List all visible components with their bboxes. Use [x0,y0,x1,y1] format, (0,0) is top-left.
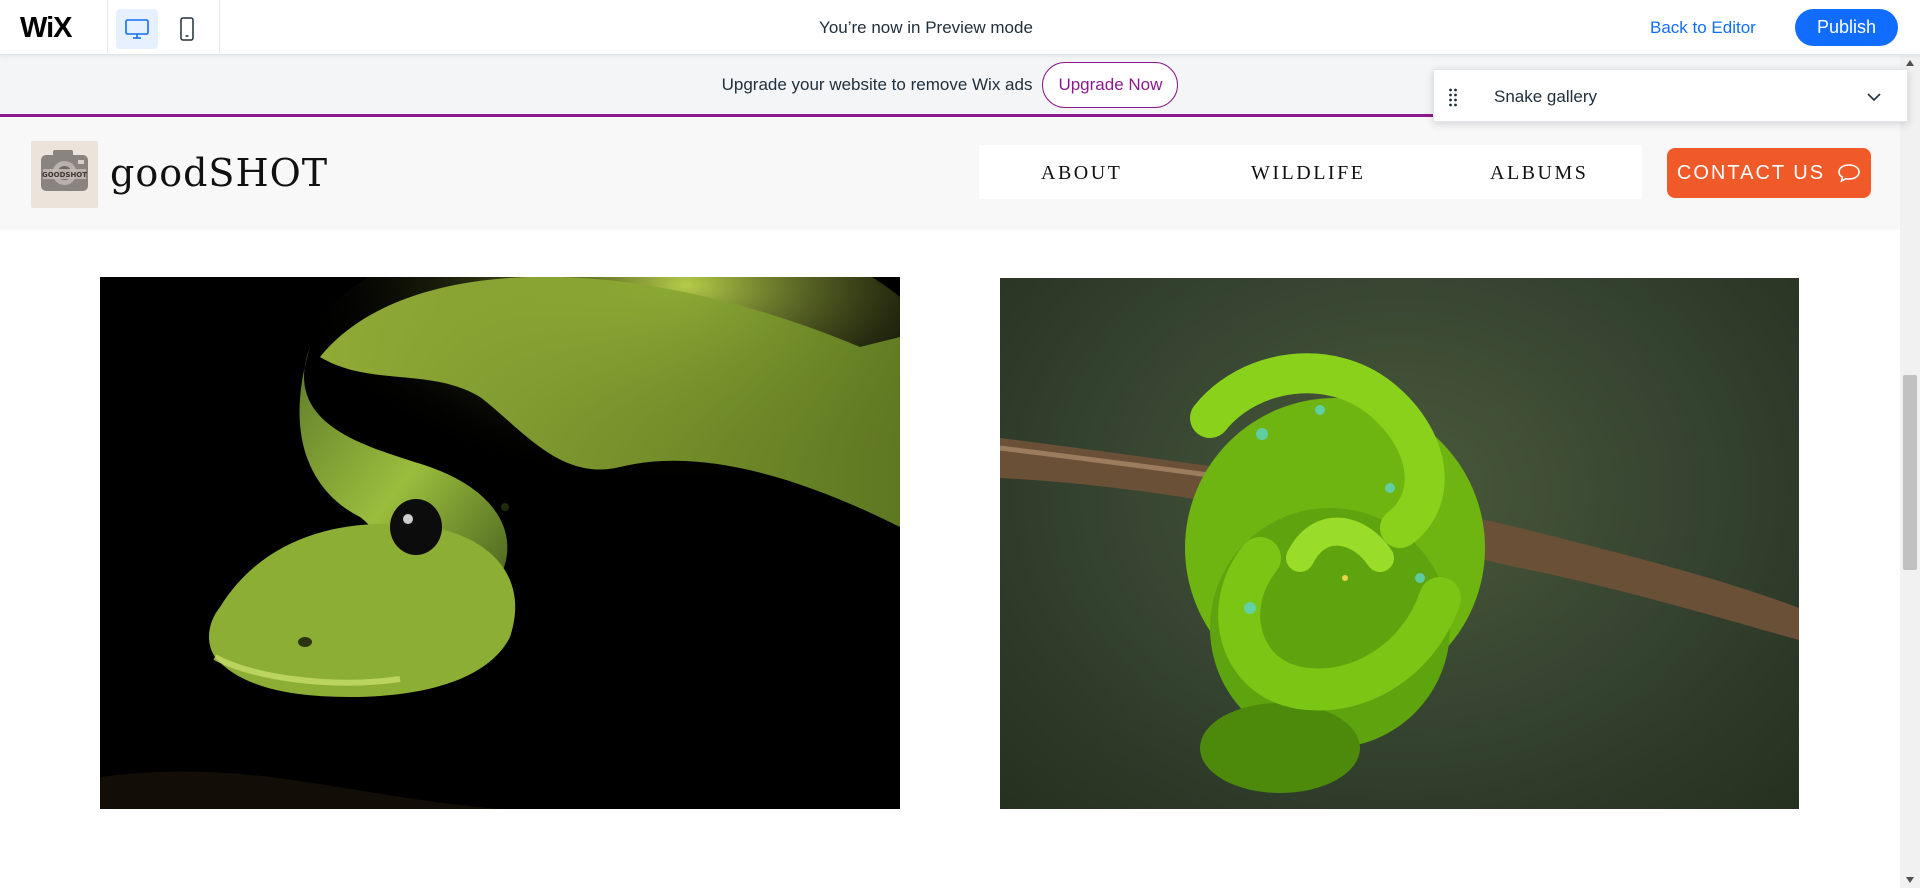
chevron-down-icon[interactable] [1865,88,1883,106]
site-navigation: ABOUT WILDLIFE ALBUMS [979,145,1642,199]
camera-logo-icon: GOODSHOT [41,150,88,191]
publish-button[interactable]: Publish [1795,9,1898,46]
contact-us-button[interactable]: CONTACT US [1667,148,1871,198]
gallery-image-mamba[interactable] [100,277,900,809]
site-brand-name[interactable]: goodSHOT [110,151,328,195]
drag-handle-icon[interactable] [1448,87,1458,107]
page-scrollbar[interactable] [1900,55,1920,888]
chat-bubble-icon [1838,164,1860,183]
scroll-up-icon[interactable] [1905,59,1915,67]
snake-photo-left [100,277,900,809]
editor-top-bar: WiX You’re now in Preview mode Back to E… [0,0,1920,55]
scroll-down-icon[interactable] [1905,876,1915,884]
page-selector-dropdown[interactable]: Snake gallery [1433,69,1908,122]
snake-photo-right [1000,353,1799,793]
logo-badge-text: GOODSHOT [42,171,87,179]
preview-mode-message: You’re now in Preview mode [819,18,1033,37]
back-to-editor-link[interactable]: Back to Editor [1650,18,1756,38]
gallery-image-tree-python[interactable] [1000,278,1799,809]
nav-item-albums[interactable]: ALBUMS [1490,162,1588,185]
site-header: GOODSHOT goodSHOT ABOUT WILDLIFE ALBUMS … [0,117,1900,230]
scrollbar-thumb[interactable] [1903,375,1917,570]
nav-item-about[interactable]: ABOUT [1041,162,1122,185]
current-page-label: Snake gallery [1494,87,1598,106]
nav-item-wildlife[interactable]: WILDLIFE [1251,162,1365,185]
site-logo-image[interactable]: GOODSHOT [31,141,98,208]
upgrade-banner-text: Upgrade your website to remove Wix ads [721,74,1033,94]
contact-us-label: CONTACT US [1676,161,1826,184]
upgrade-now-button[interactable]: Upgrade Now [1042,61,1179,108]
